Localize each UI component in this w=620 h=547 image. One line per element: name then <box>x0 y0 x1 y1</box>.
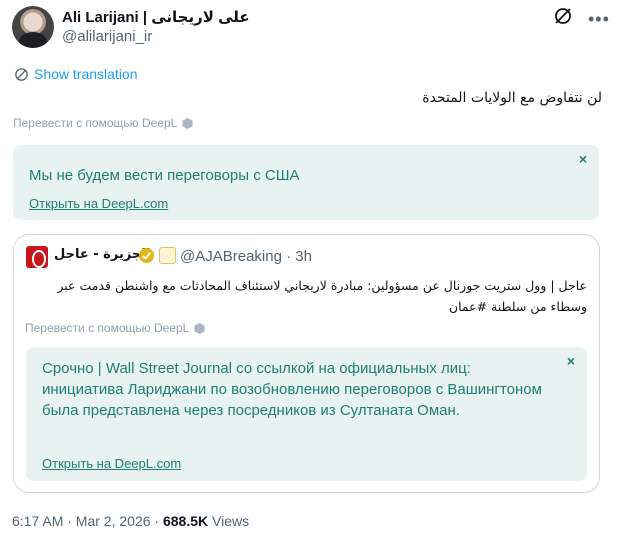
quote-author-handle[interactable]: @AJABreaking · 3h <box>180 248 312 265</box>
view-count: 688.5K <box>162 513 209 529</box>
grok-icon[interactable] <box>553 6 573 26</box>
deepl-icon <box>194 322 205 334</box>
translation-text: Срочно | Wall Street Journal со ссылкой … <box>42 360 542 419</box>
translation-box: Срочно | Wall Street Journal со ссылкой … <box>26 347 587 481</box>
close-icon[interactable]: × <box>567 353 575 369</box>
show-translation-link[interactable]: Show translation <box>14 66 138 82</box>
tweet-header: Ali Larijani | علی لاریجانی @alilarijani… <box>12 6 610 50</box>
show-translation-label[interactable]: Show translation <box>34 66 138 82</box>
open-deepl-link[interactable]: Открыть на DeepL.com <box>29 196 168 211</box>
verified-badge-icon <box>138 247 155 264</box>
deepl-label[interactable]: Перевести с помощью DeepL <box>13 116 177 130</box>
translation-box: Мы не будем вести переговоры с США × Отк… <box>13 145 599 220</box>
quoted-tweet[interactable]: الجزيرة - عاجل @AJABreaking · 3h عاجل | … <box>13 234 600 493</box>
tweet-text: لن نتفاوض مع الولايات المتحدة <box>422 90 602 106</box>
deepl-icon <box>182 117 193 129</box>
quote-text: عاجل | وول ستريت جورنال عن مسؤولين: مباد… <box>57 278 587 314</box>
quote-author-name[interactable]: الجزيرة - عاجل <box>54 247 151 262</box>
translation-text: Мы не будем вести переговоры с США <box>29 167 300 184</box>
avatar[interactable] <box>12 6 54 48</box>
views-label: Views <box>208 513 250 529</box>
timestamp[interactable]: 6:17 AM · Mar 2, 2026 · <box>12 513 163 529</box>
open-deepl-link[interactable]: Открыть на DeepL.com <box>42 456 181 471</box>
close-icon[interactable]: × <box>579 151 587 167</box>
affiliate-badge-icon <box>159 247 176 264</box>
deepl-translate-link[interactable]: Перевести с помощью DeepL <box>13 116 194 130</box>
deepl-label[interactable]: Перевести с помощью DeepL <box>25 321 189 335</box>
deepl-translate-link[interactable]: Перевести с помощью DeepL <box>25 321 206 335</box>
author-handle[interactable]: @alilarijani_ir <box>62 28 152 45</box>
tweet-metadata: 6:17 AM · Mar 2, 2026 · 688.5K Views <box>12 513 249 529</box>
translate-icon <box>15 67 28 81</box>
more-options-icon[interactable]: ••• <box>588 10 610 28</box>
author-name[interactable]: Ali Larijani | علی لاریجانی <box>62 8 250 26</box>
quote-avatar[interactable] <box>26 246 48 268</box>
